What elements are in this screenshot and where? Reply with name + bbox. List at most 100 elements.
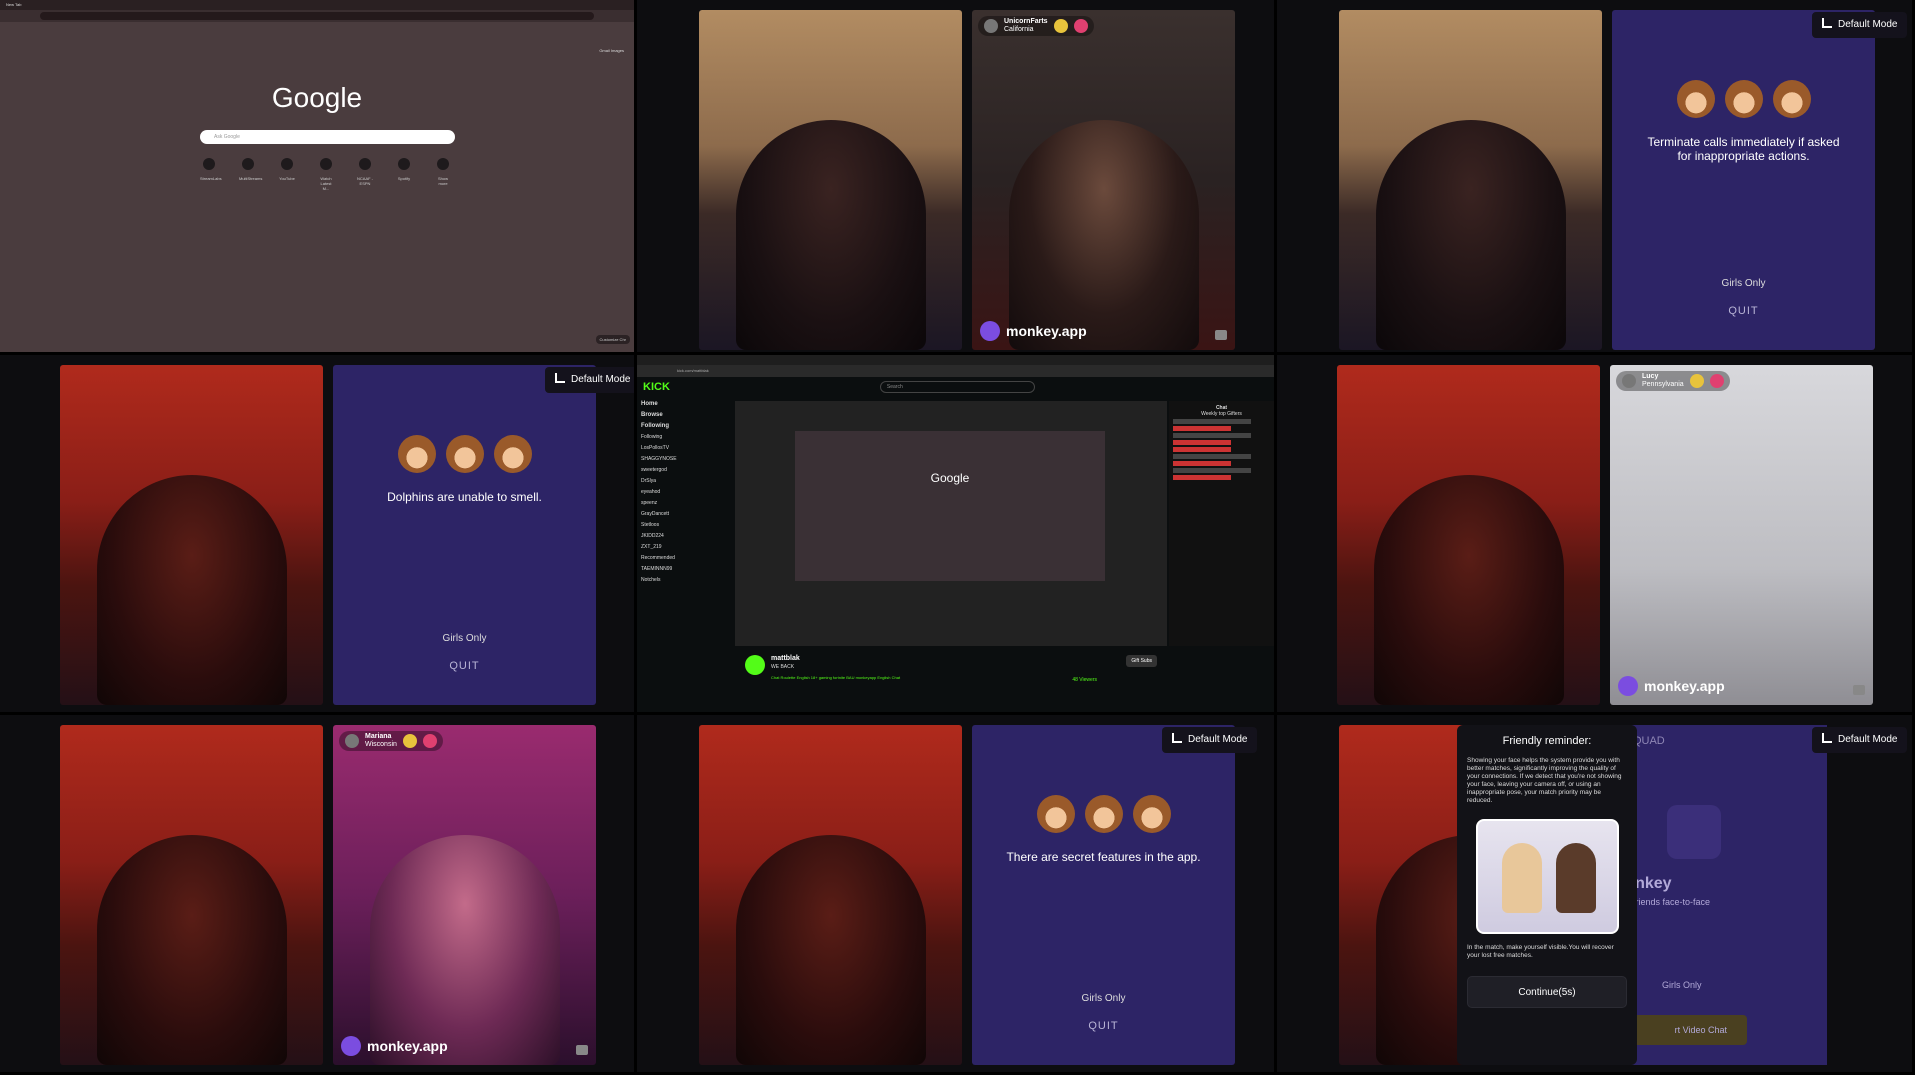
- waiting-panel: There are secret features in the app. Gi…: [972, 725, 1235, 1065]
- channel-item[interactable]: TAEMINNN99: [641, 564, 731, 575]
- address-bar[interactable]: kick.com/mattblak: [637, 365, 1274, 377]
- kick-sidebar: Home Browse Following Following LosPollo…: [641, 399, 731, 586]
- shortcut-icon: [398, 158, 410, 170]
- search-input[interactable]: Ask Google: [200, 130, 455, 144]
- shortcut[interactable]: MultiStreams: [239, 158, 262, 191]
- partner-info[interactable]: Mariana Wisconsin: [339, 731, 443, 751]
- shortcut[interactable]: NCAAF - ESPN: [356, 158, 374, 191]
- default-mode-button[interactable]: Default Mode: [1812, 727, 1908, 753]
- shortcut[interactable]: StreamLabs: [200, 158, 222, 191]
- browser-tab[interactable]: New Tab: [0, 0, 634, 10]
- girls-only-toggle[interactable]: Girls Only: [1612, 278, 1875, 289]
- hear-no-evil-icon: [445, 435, 484, 473]
- channel-item[interactable]: sweetergod: [641, 465, 731, 476]
- continue-button[interactable]: Continue(5s): [1467, 976, 1627, 1008]
- report-icon[interactable]: [1853, 685, 1865, 695]
- video-cell-9: SOLO SQUAD Monkey new friends face-to-fa…: [1277, 715, 1915, 1075]
- partner-info[interactable]: UnicornFarts California: [978, 16, 1094, 36]
- report-icon[interactable]: [1215, 330, 1227, 340]
- person: [735, 120, 926, 350]
- monkey-emojis: [972, 795, 1235, 833]
- see-no-evil-icon: [1036, 795, 1075, 833]
- shortcut-icon: [203, 158, 215, 170]
- channel-item[interactable]: ZXT_219: [641, 542, 731, 553]
- monkey-emojis: [1612, 80, 1875, 118]
- avatar: [1622, 374, 1636, 388]
- video-cell-7: Mariana Wisconsin monkey.app: [0, 715, 637, 1075]
- search-input[interactable]: Search: [879, 381, 1035, 393]
- shortcut[interactable]: Watch Latest M...: [317, 158, 335, 191]
- partner-info[interactable]: Lucy Pennsylvania: [1616, 371, 1730, 391]
- kick-logo[interactable]: KICK: [643, 381, 670, 393]
- browser-window: New Tab Gmail Images Google Ask Google S…: [0, 0, 634, 352]
- default-mode-button[interactable]: Default Mode: [1812, 12, 1908, 38]
- channel-item[interactable]: Stetloos: [641, 520, 731, 531]
- gift-subs-button[interactable]: Gift Subs: [1126, 655, 1157, 667]
- collapse-icon: [555, 373, 565, 383]
- google-logo: Google: [930, 471, 970, 485]
- browser-tab[interactable]: [637, 355, 1274, 365]
- heart-icon[interactable]: [1689, 374, 1704, 388]
- nav-following[interactable]: Following: [641, 421, 731, 432]
- channel-item[interactable]: JKIDD224: [641, 531, 731, 542]
- tip-text: There are secret features in the app.: [1006, 850, 1201, 864]
- video-cell-4: Dolphins are unable to smell. Girls Only…: [0, 355, 637, 715]
- shortcut-icon: [437, 158, 449, 170]
- channel-item[interactable]: GrayDancett: [641, 509, 731, 520]
- monkey-icon: [341, 1036, 361, 1056]
- partner-camera: Mariana Wisconsin monkey.app: [333, 725, 596, 1065]
- quit-button[interactable]: QUIT: [333, 660, 596, 672]
- heart-icon[interactable]: [402, 734, 417, 748]
- girls-only-toggle[interactable]: Girls Only: [972, 993, 1235, 1004]
- quit-button[interactable]: QUIT: [1612, 305, 1875, 317]
- stream-info: mattblak WE BACK Chat Roulette English 1…: [735, 651, 1167, 701]
- heart-icon[interactable]: [1053, 19, 1068, 33]
- kick-cell: kick.com/mattblak KICK Search Home Brows…: [637, 355, 1277, 715]
- hear-no-evil-icon: [1084, 795, 1123, 833]
- avatar[interactable]: [745, 655, 765, 675]
- self-camera: [699, 10, 962, 350]
- streamer-name[interactable]: mattblak: [771, 655, 800, 662]
- channel-item[interactable]: LosPollosTV: [641, 443, 731, 454]
- channel-item[interactable]: DrSlya: [641, 476, 731, 487]
- nav-home[interactable]: Home: [641, 399, 731, 410]
- gift-icon[interactable]: [422, 734, 437, 748]
- speak-no-evil-icon: [1772, 80, 1811, 118]
- default-mode-button[interactable]: Default Mode: [545, 367, 634, 393]
- girls-only-toggle[interactable]: Girls Only: [1662, 980, 1702, 990]
- chat-subtitle: Weekly top Gifters: [1201, 411, 1242, 417]
- video-cell-2: UnicornFarts California monkey.app: [637, 0, 1277, 355]
- shortcut[interactable]: YouTube: [278, 158, 296, 191]
- report-icon[interactable]: [576, 1045, 588, 1055]
- default-mode-button[interactable]: Default Mode: [1162, 727, 1258, 753]
- channel-item[interactable]: Notchels: [641, 575, 731, 586]
- recommended-header: Recommended: [641, 555, 675, 561]
- self-camera: [60, 365, 323, 705]
- collapse-icon: [1822, 18, 1832, 28]
- channel-item[interactable]: speenz: [641, 498, 731, 509]
- app-badge: monkey.app: [980, 320, 1087, 342]
- waiting-panel: Terminate calls immediately if asked for…: [1612, 10, 1875, 350]
- gift-icon[interactable]: [1073, 19, 1088, 33]
- top-links[interactable]: Gmail Images: [599, 48, 624, 53]
- collapse-icon: [1172, 733, 1182, 743]
- shortcut[interactable]: Spotify: [395, 158, 413, 191]
- google-logo: Google: [271, 82, 363, 113]
- speak-no-evil-icon: [493, 435, 532, 473]
- customize-button[interactable]: Customize Chr: [595, 335, 630, 344]
- nav-browse[interactable]: Browse: [641, 410, 731, 421]
- stream-tags[interactable]: Chat Roulette English 18+ gaming fortnit…: [771, 675, 900, 680]
- dialog-body: Showing your face helps the system provi…: [1467, 757, 1622, 804]
- person: [96, 475, 287, 705]
- girls-only-toggle[interactable]: Girls Only: [333, 633, 596, 644]
- address-bar[interactable]: [0, 10, 634, 22]
- gift-icon[interactable]: [1709, 374, 1724, 388]
- channel-item[interactable]: SHAGGYNOSE: [641, 454, 731, 465]
- shortcut[interactable]: Show more: [434, 158, 452, 191]
- quit-button[interactable]: QUIT: [972, 1020, 1235, 1032]
- stream-player[interactable]: Google: [735, 401, 1167, 646]
- home-panel: SOLO SQUAD Monkey new friends face-to-fa…: [1592, 725, 1827, 1065]
- channel-item[interactable]: eyeahod: [641, 487, 731, 498]
- monkey-emojis: [333, 435, 596, 473]
- monkey-icon: [980, 321, 1000, 341]
